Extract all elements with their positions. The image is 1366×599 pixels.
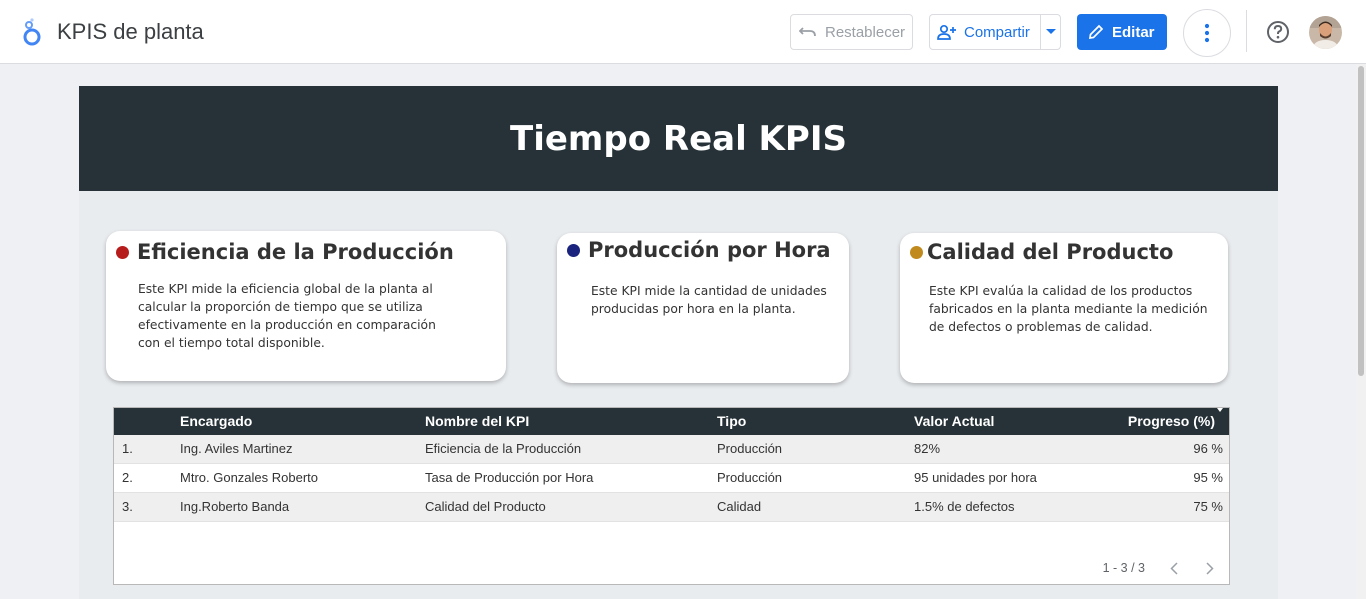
more-vert-icon [1204, 23, 1210, 43]
cell-tipo: Producción [717, 470, 783, 485]
reset-label: Restablecer [825, 23, 906, 41]
next-page-button[interactable] [1203, 558, 1217, 578]
kpi-card-title: Eficiencia de la Producción [116, 240, 454, 264]
share-button-group: Compartir [929, 14, 1061, 50]
share-dropdown-button[interactable] [1041, 15, 1060, 49]
cell-encargado: Ing.Roberto Banda [180, 499, 290, 514]
cell-encargado: Ing. Aviles Martinez [180, 441, 293, 456]
chevron-left-icon [1170, 561, 1178, 575]
caret-down-icon [1045, 29, 1056, 34]
kpi-card-quality[interactable]: Calidad del Producto Este KPI evalúa la … [900, 233, 1228, 383]
cell-valor-actual: 1.5% de defectos [914, 499, 1015, 514]
kpi-card-description: Este KPI evalúa la calidad de los produc… [929, 284, 1208, 334]
table-pagination: 1 - 3 / 3 [1103, 558, 1229, 578]
table-row[interactable]: 2. Mtro. Gonzales Roberto Tasa de Produc… [114, 464, 1229, 493]
cell-kpi-name: Tasa de Producción por Hora [425, 470, 594, 485]
kpi-card-title-text: Eficiencia de la Producción [137, 240, 454, 264]
share-label: Compartir [964, 23, 1030, 41]
table-header: Encargado Nombre del KPI Tipo Valor Actu… [114, 408, 1229, 435]
navy-dot-icon [567, 243, 580, 257]
kpi-card-title-text: Calidad del Producto [927, 240, 1174, 264]
cell-kpi-name: Calidad del Producto [425, 499, 546, 514]
user-avatar[interactable] [1309, 16, 1342, 49]
edit-label: Editar [1112, 23, 1155, 41]
report-canvas: Tiempo Real KPIS Eficiencia de la Produc… [79, 86, 1278, 599]
share-button[interactable]: Compartir [930, 15, 1042, 49]
report-header-band: Tiempo Real KPIS [79, 86, 1278, 191]
previous-page-button[interactable] [1167, 558, 1181, 578]
column-header-encargado[interactable]: Encargado [180, 408, 252, 435]
cell-progreso: 75 % [1193, 499, 1223, 514]
cell-kpi-name: Eficiencia de la Producción [425, 441, 582, 456]
kpi-card-description: Este KPI mide la eficiencia global de la… [138, 282, 436, 350]
column-header-progreso[interactable]: Progreso (%) [1128, 408, 1215, 435]
help-icon[interactable] [1265, 19, 1291, 45]
kpi-card-title-text: Producción por Hora [588, 238, 831, 262]
cell-progreso: 95 % [1193, 470, 1223, 485]
row-index: 2. [122, 470, 133, 485]
top-bar: KPIS de planta Restablecer Compartir Edi… [0, 0, 1366, 64]
cell-valor-actual: 95 unidades por hora [914, 470, 1037, 485]
looker-studio-logo-icon[interactable] [20, 17, 44, 47]
row-index: 3. [122, 499, 133, 514]
page-scrollbar[interactable] [1356, 64, 1366, 599]
cell-encargado: Mtro. Gonzales Roberto [180, 470, 319, 485]
report-title[interactable]: KPIS de planta [57, 19, 204, 45]
cell-progreso: 96 % [1193, 441, 1223, 456]
more-options-button[interactable] [1183, 9, 1231, 57]
sort-descending-icon[interactable] [1217, 408, 1223, 412]
table-row[interactable]: 1. Ing. Aviles Martinez Eficiencia de la… [114, 435, 1229, 464]
edit-button[interactable]: Editar [1077, 14, 1167, 50]
kpi-card-production-per-hour[interactable]: Producción por Hora Este KPI mide la can… [557, 233, 849, 383]
column-header-tipo[interactable]: Tipo [717, 408, 746, 435]
kpi-table: Encargado Nombre del KPI Tipo Valor Actu… [113, 407, 1230, 585]
pencil-icon [1088, 24, 1104, 40]
kpi-card-title: Producción por Hora [567, 238, 831, 262]
add-person-icon [937, 24, 956, 40]
toolbar-divider [1246, 10, 1247, 52]
scrollbar-thumb[interactable] [1358, 66, 1364, 376]
kpi-card-efficiency[interactable]: Eficiencia de la Producción Este KPI mid… [106, 231, 506, 381]
row-index: 1. [122, 441, 133, 456]
kpi-card-description: Este KPI mide la cantidad de unidades pr… [591, 284, 827, 316]
cell-tipo: Producción [717, 441, 783, 456]
kpi-card-title: Calidad del Producto [910, 240, 1173, 264]
undo-icon [799, 27, 816, 37]
table-row[interactable]: 3. Ing.Roberto Banda Calidad del Product… [114, 493, 1229, 522]
cell-tipo: Calidad [717, 499, 762, 514]
report-heading: Tiempo Real KPIS [510, 118, 847, 159]
pagination-range: 1 - 3 / 3 [1102, 561, 1145, 575]
chevron-right-icon [1206, 561, 1214, 575]
column-header-valor-actual[interactable]: Valor Actual [914, 408, 994, 435]
reset-button[interactable]: Restablecer [790, 14, 913, 50]
cell-valor-actual: 82% [914, 441, 941, 456]
gold-dot-icon [910, 245, 923, 259]
red-dot-icon [116, 245, 129, 259]
column-header-kpi-name[interactable]: Nombre del KPI [425, 408, 529, 435]
